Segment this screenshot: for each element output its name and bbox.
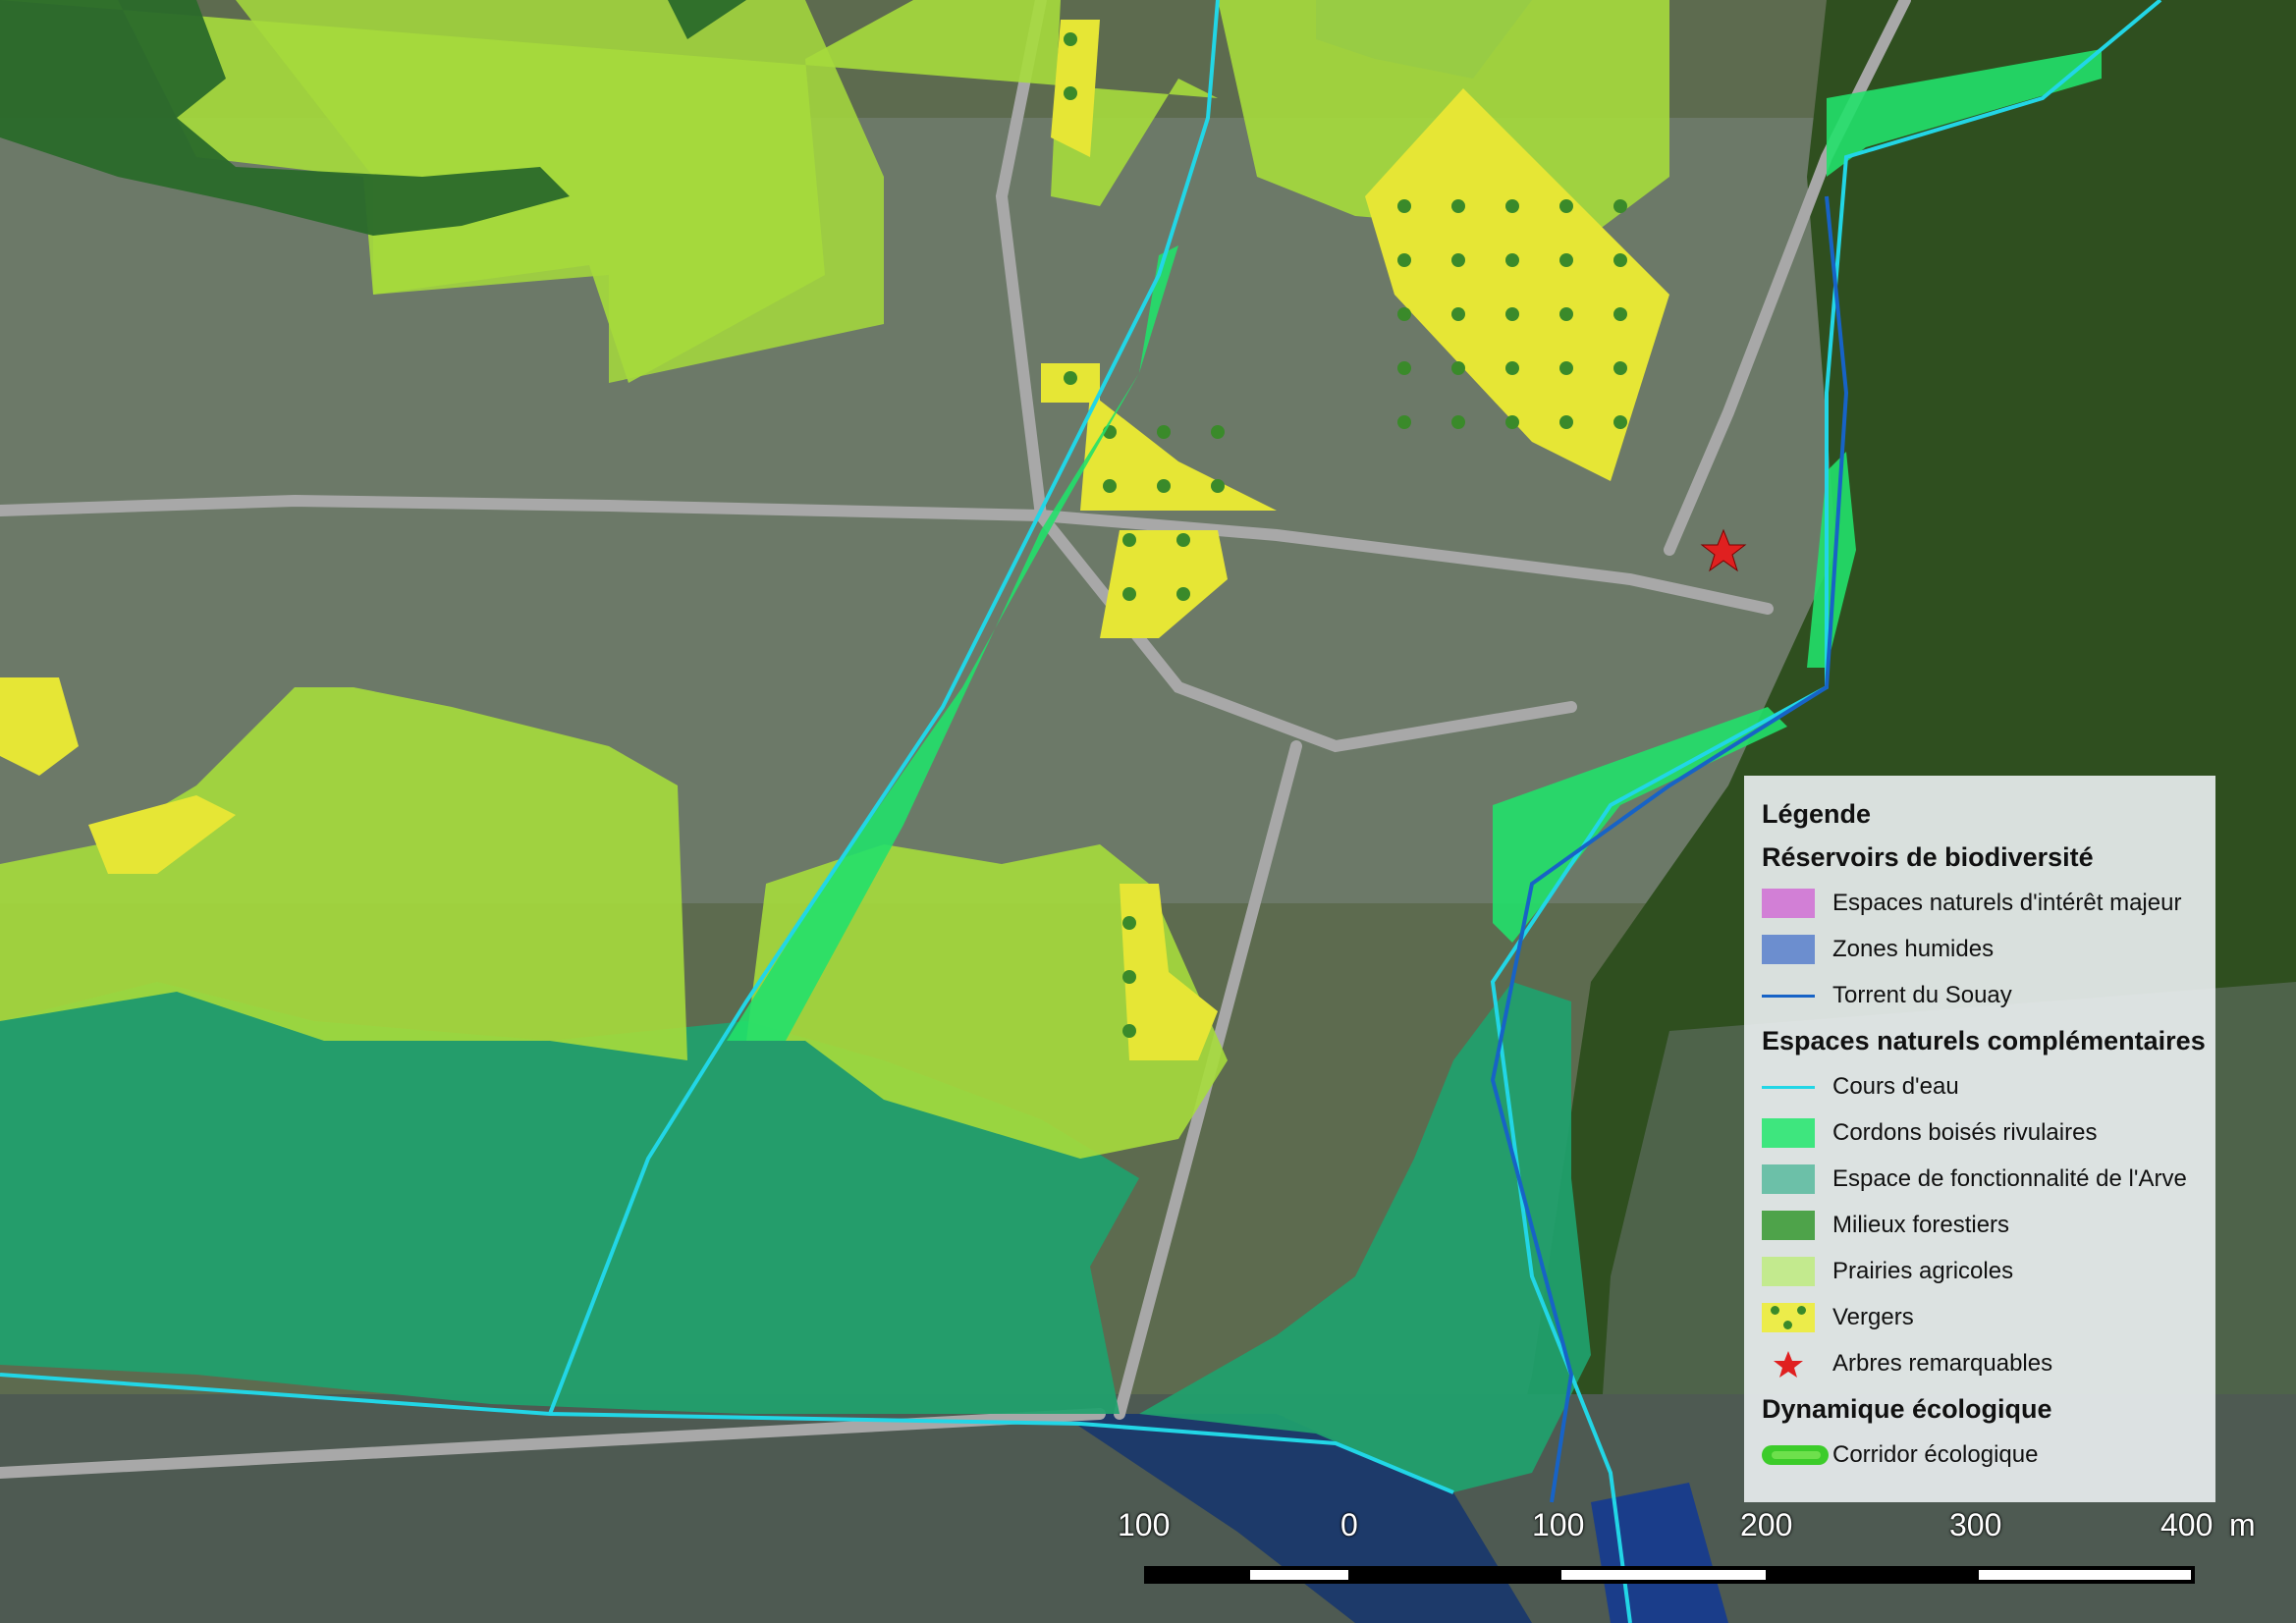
verger-tree-dot [1559,199,1573,213]
verger-tree-dot [1559,415,1573,429]
legend-label: Zones humides [1832,935,1995,962]
legend-swatch-arve [1762,1163,1815,1194]
verger-tree-dot [1176,587,1190,601]
legend-section-complementaires: Espaces naturels complémentaires [1762,1026,2206,1055]
verger-tree-dot [1451,253,1465,267]
legend-label: Torrent du Souay [1832,981,2012,1008]
verger-tree-dot [1505,253,1519,267]
verger-tree-dot [1064,371,1077,385]
legend-item-cours-eau: Cours d'eau [1762,1063,2215,1109]
legend-label: Milieux forestiers [1832,1211,2010,1238]
legend-item-vergers: Vergers [1762,1294,2215,1340]
legend-label: Arbres remarquables [1832,1349,2053,1377]
verger-tree-dot [1451,307,1465,321]
verger-tree-dot [1613,415,1627,429]
verger-tree-dot [1613,307,1627,321]
verger-tree-dot [1505,361,1519,375]
legend-label: Espace de fonctionnalité de l'Arve [1832,1164,2187,1192]
legend-swatch-forestiers [1762,1210,1815,1240]
scale-track [1144,1566,2195,1584]
map-legend: Légende Réservoirs de biodiversité Espac… [1744,776,2215,1502]
verger-tree-dot [1505,199,1519,213]
verger-tree-dot [1211,479,1225,493]
verger-tree-dot [1451,199,1465,213]
verger-tree-dot [1211,425,1225,439]
verger-tree-dot [1122,533,1136,547]
legend-swatch-espaces-naturels [1762,888,1815,918]
legend-section-reservoirs: Réservoirs de biodiversité [1762,842,2094,872]
scale-label-300: 300 [1949,1507,2002,1542]
verger-tree-dot [1103,479,1117,493]
legend-line-cours-eau [1762,1072,1815,1102]
legend-item-arve: Espace de fonctionnalité de l'Arve [1762,1156,2215,1202]
legend-item-corridor: Corridor écologique [1762,1432,2215,1478]
legend-line-torrent-souay [1762,981,1815,1010]
legend-star-arbres [1762,1349,1815,1379]
scale-bar: 100 0 100 200 300 400 m [1100,1507,2278,1586]
scale-segment-white [1979,1570,2191,1580]
scale-unit: m [2229,1507,2256,1542]
map-view[interactable]: Légende Réservoirs de biodiversité Espac… [0,0,2296,1623]
verger-tree-dot [1559,307,1573,321]
verger-tree-dot [1397,307,1411,321]
legend-item-arbres: Arbres remarquables [1762,1340,2215,1386]
verger-tree-dot [1157,479,1171,493]
legend-swatch-cordons [1762,1117,1815,1148]
legend-label: Espaces naturels d'intérêt majeur [1832,889,2182,916]
verger-tree-dot [1613,361,1627,375]
legend-swatch-zones-humides [1762,934,1815,964]
legend-label: Cordons boisés rivulaires [1832,1118,2098,1146]
verger-tree-dot [1613,199,1627,213]
legend-swatch-prairies [1762,1256,1815,1286]
verger-tree-dot [1559,253,1573,267]
scale-label-100-left: 100 [1118,1507,1171,1542]
verger-tree-dot [1122,1024,1136,1038]
legend-item-torrent-souay: Torrent du Souay [1762,972,2215,1018]
verger-tree-dot [1397,253,1411,267]
verger-tree-dot [1451,361,1465,375]
legend-corridor-symbol [1762,1440,1829,1470]
legend-item-forestiers: Milieux forestiers [1762,1202,2215,1248]
verger-tree-dot [1559,361,1573,375]
legend-item-prairies: Prairies agricoles [1762,1248,2215,1294]
verger-tree-dot [1451,415,1465,429]
legend-label: Vergers [1832,1303,1914,1330]
legend-section-dynamique: Dynamique écologique [1762,1394,2052,1424]
legend-label: Prairies agricoles [1832,1257,2014,1284]
verger-tree-dot [1176,533,1190,547]
verger-tree-dot [1064,32,1077,46]
legend-label: Corridor écologique [1832,1440,2039,1468]
legend-item-espaces-naturels: Espaces naturels d'intérêt majeur [1762,880,2215,926]
verger-tree-dot [1397,415,1411,429]
verger-tree-dot [1157,425,1171,439]
legend-item-cordons: Cordons boisés rivulaires [1762,1109,2215,1156]
verger-tree-dot [1397,361,1411,375]
verger-tree-dot [1613,253,1627,267]
verger-tree-dot [1397,199,1411,213]
legend-label: Cours d'eau [1832,1072,1959,1100]
legend-swatch-vergers [1762,1302,1815,1332]
scale-label-200: 200 [1740,1507,1793,1542]
scale-label-100: 100 [1532,1507,1585,1542]
scale-segment-white [1250,1570,1348,1580]
verger-tree-dot [1064,86,1077,100]
scale-label-0: 0 [1340,1507,1358,1542]
verger-tree-dot [1505,415,1519,429]
verger-tree-dot [1122,587,1136,601]
legend-title: Légende [1762,799,1872,829]
verger-tree-dot [1122,970,1136,984]
verger-tree-dot [1122,916,1136,930]
verger-tree-dot [1505,307,1519,321]
legend-item-zones-humides: Zones humides [1762,926,2215,972]
scale-label-400: 400 [2160,1507,2214,1542]
scale-segment-white [1561,1570,1766,1580]
